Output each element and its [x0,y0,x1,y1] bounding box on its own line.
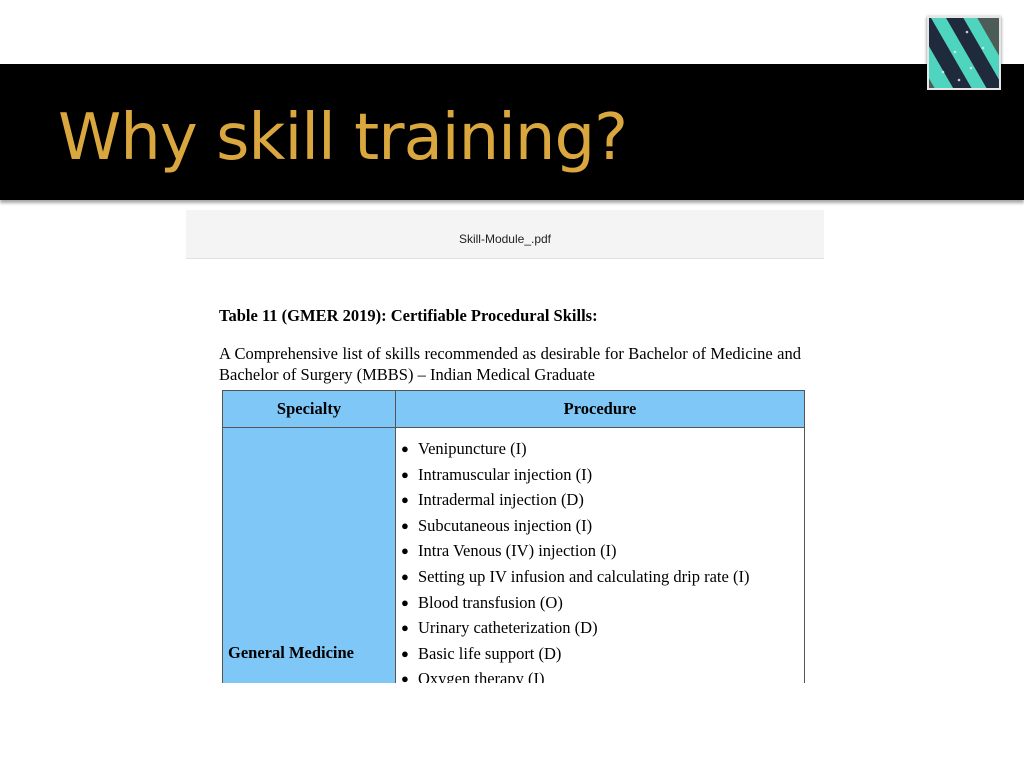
pdf-viewer[interactable]: Skill-Module_.pdf Table 11 (GMER 2019): … [186,210,824,683]
column-header-specialty: Specialty [222,390,396,428]
bullet-icon: ● [401,466,409,482]
list-item: ● Intra Venous (IV) injection (I) [396,538,804,564]
procedure-text: Venipuncture (I) [418,439,527,458]
specialty-cell: General Medicine [222,427,396,683]
bullet-icon: ● [401,517,409,533]
list-item: ● Basic life support (D) [396,641,804,667]
slide-title: Why skill training? [58,101,628,175]
list-item: ● Subcutaneous injection (I) [396,513,804,539]
bullet-icon: ● [401,441,409,456]
procedure-text: Oxygen therapy (I) [418,669,545,683]
procedure-text: Basic life support (D) [418,643,562,663]
list-item: ● Oxygen therapy (I) [396,666,804,683]
procedure-list: ● Venipuncture (I) ● Intramuscular injecti… [396,436,804,683]
list-item: ● Urinary catheterization (D) [396,615,804,641]
list-item: ● Blood transfusion (O) [396,590,804,616]
procedure-text: Blood transfusion (O) [418,592,563,612]
pdf-filename: Skill-Module_.pdf [458,232,552,246]
table-header-row: Specialty Procedure [222,390,805,428]
table-row: General Medicine ● Venipuncture (I) ● Intr… [222,427,805,683]
bullet-icon: ● [401,671,409,683]
specialty-name: General Medicine [228,643,355,662]
list-item: ● Venipuncture (I) [396,436,804,462]
procedure-cell: ● Venipuncture (I) ● Intramuscular injecti… [395,427,805,683]
bullet-icon: ● [401,568,409,584]
striped-tie-logo-icon [927,16,1001,90]
list-item: ● Intramuscular injection (I) [396,462,804,488]
bullet-icon: ● [401,543,409,559]
procedure-text: Subcutaneous injection (I) [418,515,593,535]
list-item: ● Setting up IV infusion and calculating … [396,564,804,590]
skills-table: Specialty Procedure General Medicine ● Ve… [222,390,805,683]
bullet-icon: ● [401,594,409,610]
document-intro: A Comprehensive list of skills recommend… [219,344,801,384]
procedure-text: Intramuscular injection (I) [418,464,593,484]
slide: Why skill training? Skill-Module_.pdf Ta… [0,0,1024,768]
procedure-text: Intra Venous (IV) injection (I) [418,541,617,561]
procedure-text: Intradermal injection (D) [418,490,584,510]
procedure-text: Urinary catheterization (D) [418,618,598,638]
pdf-header: Skill-Module_.pdf [186,210,824,259]
column-header-procedure: Procedure [395,390,805,428]
document-heading: Table 11 (GMER 2019): Certifiable Proced… [219,306,598,325]
bullet-icon: ● [401,492,409,508]
procedure-text: Setting up IV infusion and calculating d… [418,566,750,586]
bullet-icon: ● [401,645,409,661]
list-item: ● Intradermal injection (D) [396,487,804,513]
bullet-icon: ● [401,620,409,636]
